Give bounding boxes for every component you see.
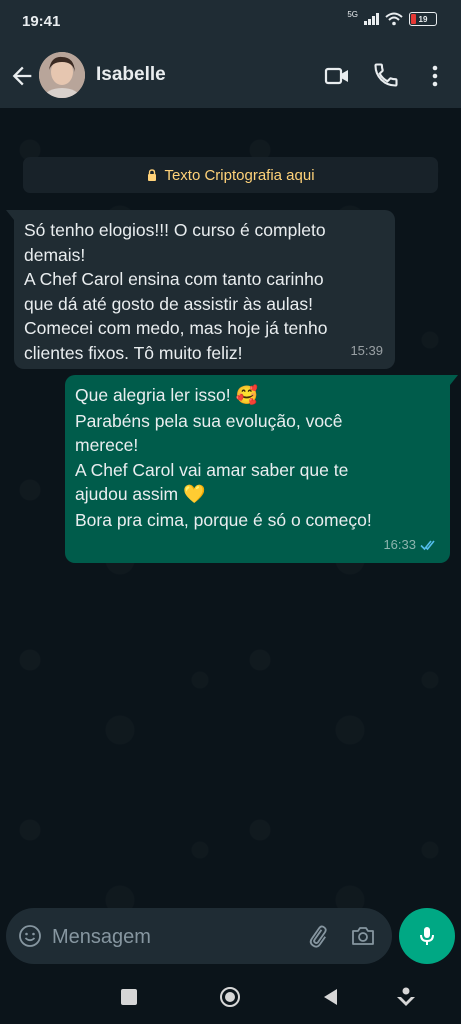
microphone-button[interactable] xyxy=(399,908,455,964)
status-time: 19:41 xyxy=(22,13,61,30)
video-call-icon[interactable] xyxy=(323,62,351,90)
back-arrow-icon[interactable] xyxy=(8,62,36,90)
message-line-with-emoji: ajudou assim 💛 xyxy=(75,482,438,508)
more-options-icon[interactable] xyxy=(421,62,449,90)
yellow-heart-emoji: 💛 xyxy=(183,484,206,505)
message-input[interactable] xyxy=(50,920,294,954)
battery-level: 19 xyxy=(418,14,428,24)
lock-icon xyxy=(148,169,157,181)
home-icon[interactable] xyxy=(219,986,241,1008)
message-line: merece! xyxy=(75,435,139,455)
message-line: A Chef Carol ensina com tanto carinho xyxy=(24,269,324,289)
network-type: 5G xyxy=(347,9,358,19)
battery-icon: 19 xyxy=(409,12,437,26)
double-check-read-icon xyxy=(420,540,435,550)
encryption-notice[interactable]: Texto Criptografia aqui xyxy=(23,157,438,193)
camera-icon[interactable] xyxy=(350,924,376,948)
message-time: 15:39 xyxy=(350,339,383,364)
message-line: clientes fixos. Tô muito feliz! xyxy=(24,342,243,363)
encryption-text: Texto Criptografia aqui xyxy=(164,166,315,184)
avatar[interactable] xyxy=(39,52,85,98)
chat-header: Isabelle xyxy=(0,44,461,108)
message-line: A Chef Carol vai amar saber que te xyxy=(75,459,349,480)
smiling-face-with-hearts-emoji: 🥰 xyxy=(235,385,258,406)
voice-call-icon[interactable] xyxy=(372,61,400,89)
message-line: Comecei com medo, mas hoje já tenho xyxy=(24,318,328,338)
message-composer xyxy=(6,908,392,964)
emoji-icon[interactable] xyxy=(18,924,42,948)
system-navigation-bar xyxy=(0,970,461,1024)
bubble-tail xyxy=(6,210,14,220)
status-bar: 19:41 5G 19 xyxy=(0,0,461,44)
outgoing-message[interactable]: Que alegria ler isso! 🥰 Parabéns pela su… xyxy=(65,375,458,563)
status-icons: 5G 19 xyxy=(347,9,437,26)
bubble-tail xyxy=(450,375,458,385)
chat-screen: 19:41 5G 19 Isabelle Texto Criptografia … xyxy=(0,0,461,1024)
back-triangle-icon[interactable] xyxy=(321,987,339,1007)
message-timestamp: 15:39 xyxy=(350,342,383,358)
message-time: 16:33 xyxy=(383,533,438,558)
incoming-message[interactable]: Só tenho elogios!!! O curso é completo d… xyxy=(6,210,395,369)
message-line: Parabéns pela sua evolução, você xyxy=(75,410,343,431)
signal-icon xyxy=(364,13,379,25)
message-line-with-emoji: Que alegria ler isso! 🥰 xyxy=(75,383,438,409)
message-line: que dá até gosto de assistir às aulas! xyxy=(24,293,313,314)
message-line: demais! xyxy=(24,244,86,265)
message-line: Bora pra cima, porque é só o começo! xyxy=(75,509,372,530)
message-line: Só tenho elogios!!! O curso é completo xyxy=(24,220,326,240)
message-text: ajudou assim xyxy=(75,484,179,504)
contact-name[interactable]: Isabelle xyxy=(96,64,166,86)
battery-fill xyxy=(411,14,416,24)
wifi-icon xyxy=(385,12,403,26)
recent-apps-icon[interactable] xyxy=(121,989,137,1005)
paperclip-icon[interactable] xyxy=(306,924,330,948)
microphone-icon xyxy=(420,927,434,945)
message-text: Que alegria ler isso! xyxy=(75,385,231,405)
assistant-icon[interactable] xyxy=(395,985,417,1009)
message-timestamp: 16:33 xyxy=(383,536,416,552)
